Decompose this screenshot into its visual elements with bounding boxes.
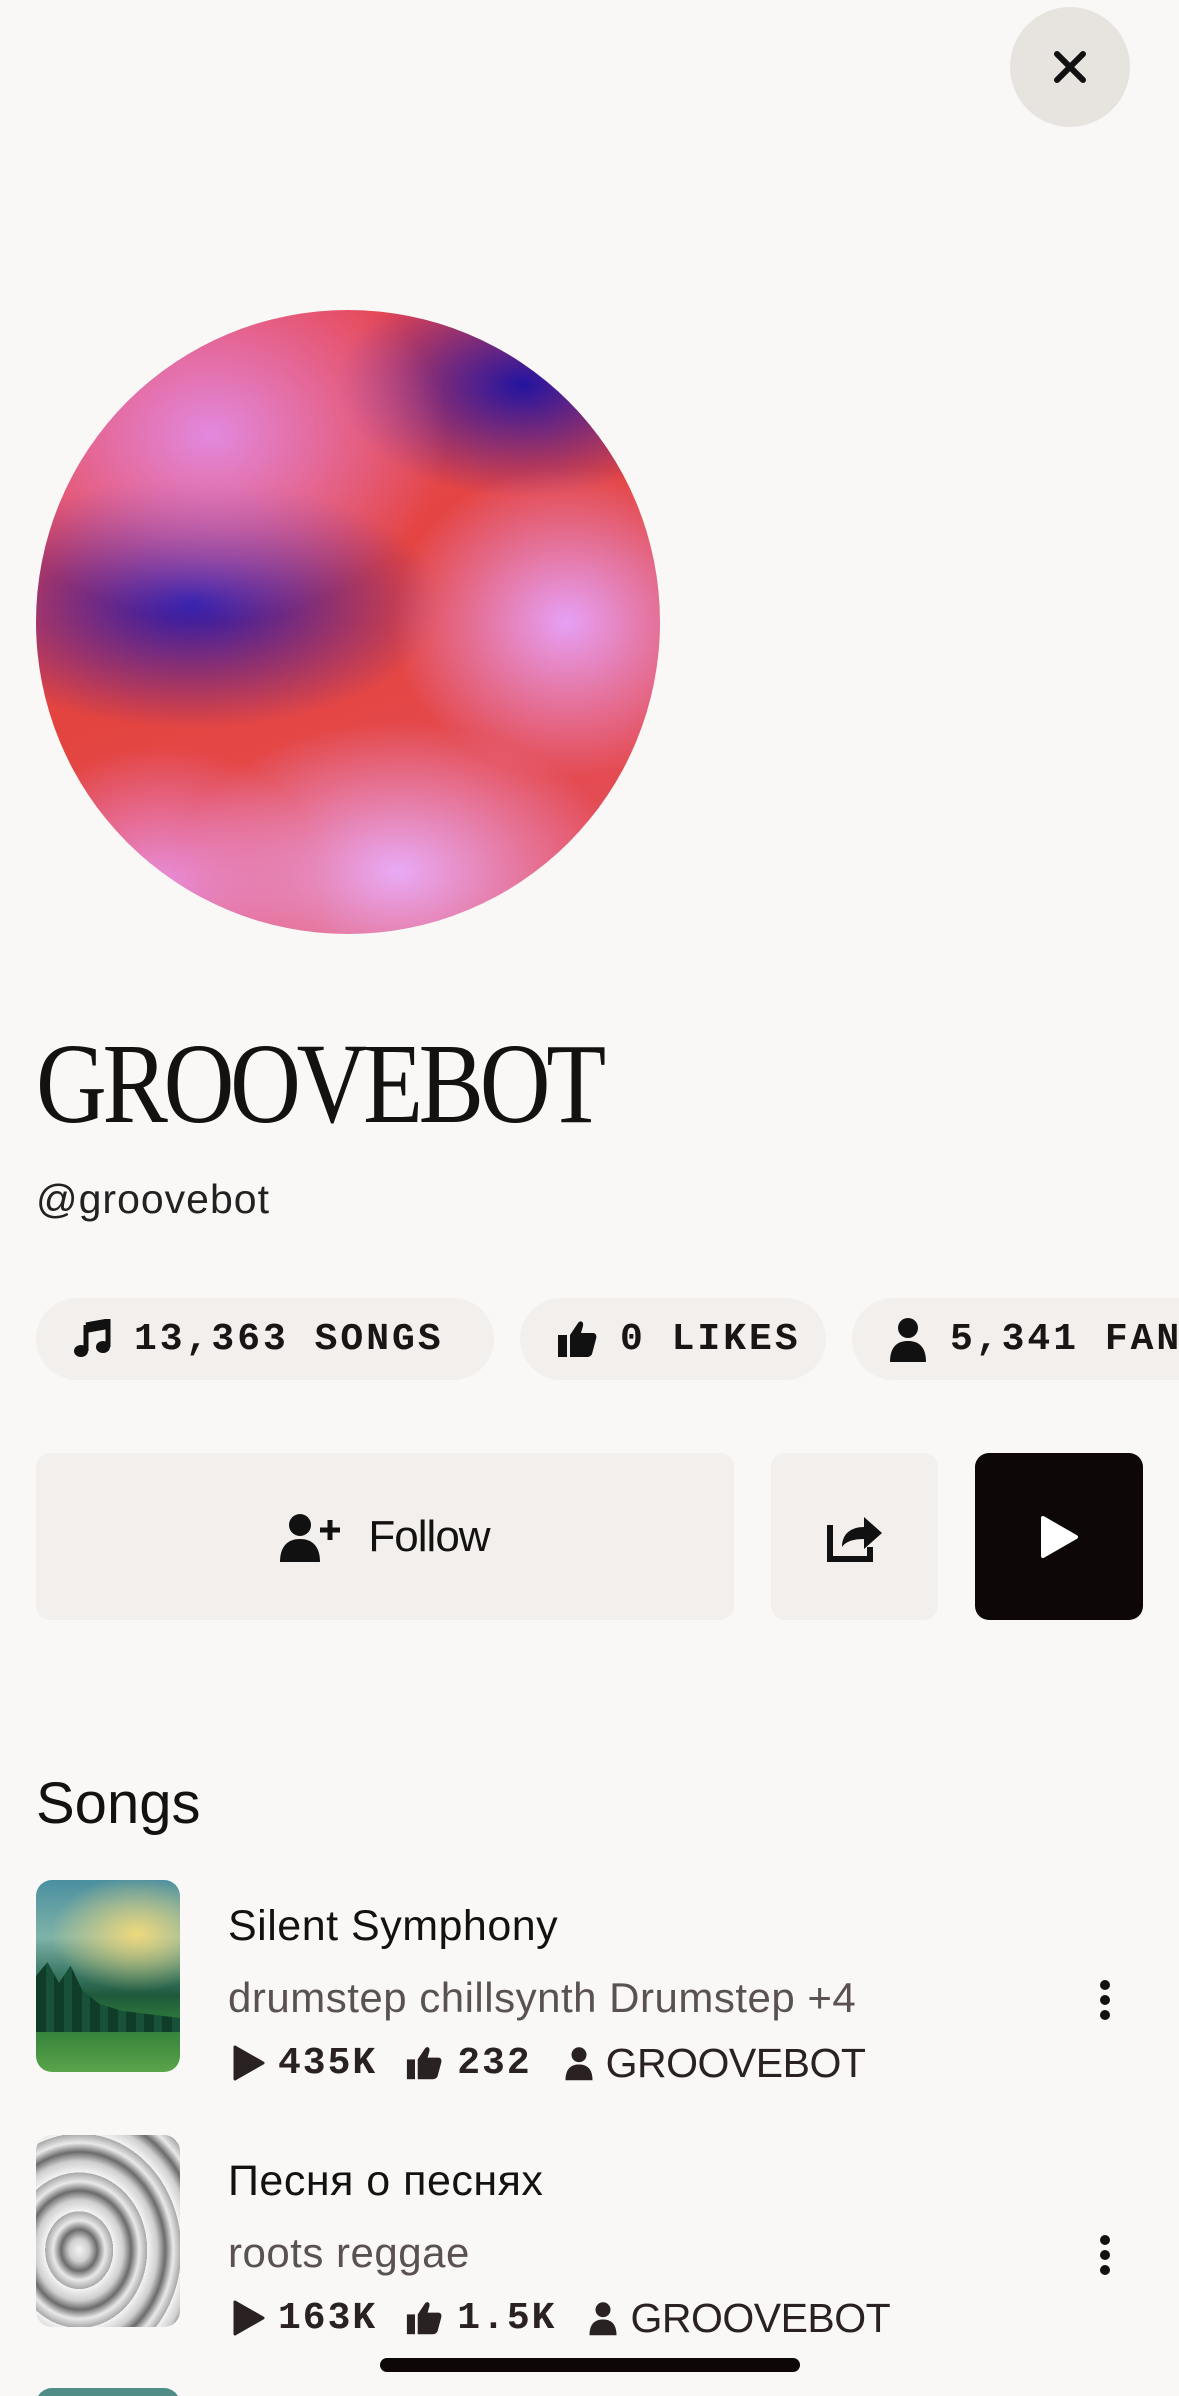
follow-label: Follow	[368, 1511, 490, 1561]
more-vertical-icon	[1100, 2235, 1110, 2275]
song-stats: 435K 232 GROOVEBOT	[232, 2038, 866, 2088]
song-tags: drumstep chillsynth Drumstep +4	[228, 1974, 857, 2021]
song-artist[interactable]: GROOVEBOT	[606, 2040, 866, 2087]
person-icon	[890, 1318, 926, 1362]
like-count: 232	[457, 2041, 532, 2085]
share-icon	[826, 1516, 882, 1562]
more-options-button[interactable]	[1090, 1970, 1120, 2030]
likes-count-chip[interactable]: 0 LIKES	[520, 1298, 826, 1380]
songs-section-title: Songs	[36, 1771, 201, 1836]
follow-button[interactable]: Follow	[36, 1453, 734, 1620]
thumbs-up-icon	[558, 1321, 597, 1357]
play-icon	[1041, 1515, 1078, 1558]
song-title: Песня о песнях	[228, 2157, 544, 2205]
more-vertical-icon	[1100, 1980, 1110, 2020]
likes-count: 0 LIKES	[620, 1317, 801, 1361]
play-count-icon	[233, 2045, 265, 2081]
music-note-icon	[74, 1319, 111, 1357]
song-stats: 163K 1.5K GROOVEBOT	[232, 2293, 891, 2343]
fans-count: 5,341 FANS	[950, 1317, 1179, 1361]
play-count: 435K	[278, 2041, 378, 2085]
thumbs-up-icon	[407, 2302, 442, 2335]
song-tags: roots reggae	[228, 2229, 470, 2276]
close-icon	[1054, 51, 1086, 83]
next-song-cover-art	[36, 2388, 180, 2396]
person-icon	[565, 2047, 593, 2081]
close-button[interactable]	[1010, 7, 1130, 127]
artist-name: GROOVEBOT	[36, 1020, 606, 1147]
more-options-button[interactable]	[1090, 2225, 1120, 2285]
play-count: 163K	[278, 2296, 378, 2340]
person-icon	[589, 2302, 617, 2336]
play-all-button[interactable]	[975, 1453, 1143, 1620]
song-artist[interactable]: GROOVEBOT	[630, 2295, 890, 2342]
artist-avatar	[36, 310, 660, 934]
song-cover-art	[36, 1880, 180, 2072]
like-count: 1.5K	[457, 2296, 557, 2340]
artist-handle: @groovebot	[36, 1176, 270, 1222]
song-list-item[interactable]: Песня о песнях roots reggae 163K 1.5K GR…	[0, 2135, 1179, 2341]
songs-count-chip[interactable]: 13,363 SONGS	[36, 1298, 494, 1380]
songs-count: 13,363 SONGS	[134, 1317, 444, 1361]
song-title: Silent Symphony	[228, 1902, 559, 1950]
play-count-icon	[233, 2300, 265, 2336]
song-list-item[interactable]: Silent Symphony drumstep chillsynth Drum…	[0, 1880, 1179, 2086]
fans-count-chip[interactable]: 5,341 FANS	[852, 1298, 1179, 1380]
artist-profile-page: GROOVEBOT @groovebot 13,363 SONGS 0 LIKE…	[0, 0, 1179, 2396]
share-button[interactable]	[771, 1453, 938, 1620]
song-cover-art	[36, 2135, 180, 2327]
thumbs-up-icon	[407, 2047, 442, 2080]
home-indicator[interactable]	[380, 2358, 800, 2372]
stats-chips: 13,363 SONGS 0 LIKES 5,341 FANS	[36, 1298, 1179, 1380]
add-person-icon	[280, 1513, 341, 1562]
